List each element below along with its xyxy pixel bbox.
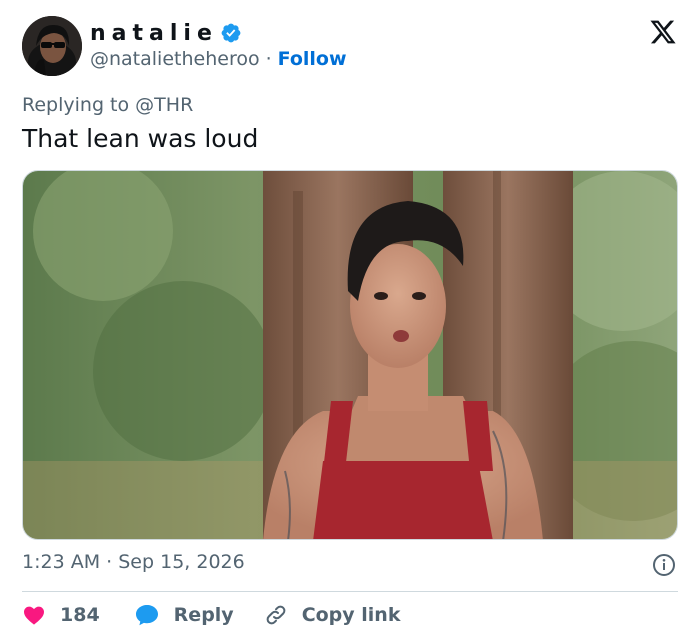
- follow-button[interactable]: Follow: [278, 48, 347, 70]
- divider: [22, 591, 678, 592]
- replying-prefix: Replying to: [22, 94, 130, 116]
- like-count: 184: [60, 604, 100, 626]
- heart-icon: [24, 606, 44, 625]
- like-button[interactable]: 184: [22, 603, 134, 627]
- tweet-text: That lean was loud: [22, 124, 259, 153]
- tweet-time: 1:23 AM: [22, 551, 101, 573]
- reply-button[interactable]: Reply: [134, 603, 234, 627]
- replying-to-mention[interactable]: @THR: [135, 94, 193, 116]
- tweet-card: natalie @natalietheheroo · Follow Replyi…: [0, 0, 700, 642]
- user-handle[interactable]: @natalietheheroo: [90, 48, 260, 70]
- avatar[interactable]: [22, 16, 82, 76]
- separator-dot: ·: [265, 48, 272, 70]
- link-icon: [266, 605, 286, 625]
- display-name[interactable]: natalie: [90, 21, 218, 46]
- tweet-date: Sep 15, 2026: [118, 551, 245, 573]
- tweet-media-image[interactable]: [22, 170, 678, 540]
- handle-row: @natalietheheroo · Follow: [90, 48, 347, 70]
- user-name-row: natalie: [90, 18, 242, 48]
- action-bar: 184 Reply Copy link: [22, 600, 400, 630]
- reply-label: Reply: [173, 604, 234, 626]
- info-icon[interactable]: [652, 553, 676, 577]
- timestamp-separator: ·: [106, 551, 113, 573]
- copy-link-button[interactable]: Copy link: [264, 603, 401, 627]
- tweet-timestamp[interactable]: 1:23 AM · Sep 15, 2026: [22, 551, 245, 573]
- copy-link-label: Copy link: [301, 604, 401, 626]
- verified-badge-icon: [221, 23, 241, 43]
- replying-to: Replying to @THR: [22, 94, 193, 116]
- x-logo-icon[interactable]: [648, 18, 678, 46]
- reply-bubble-icon: [135, 605, 158, 626]
